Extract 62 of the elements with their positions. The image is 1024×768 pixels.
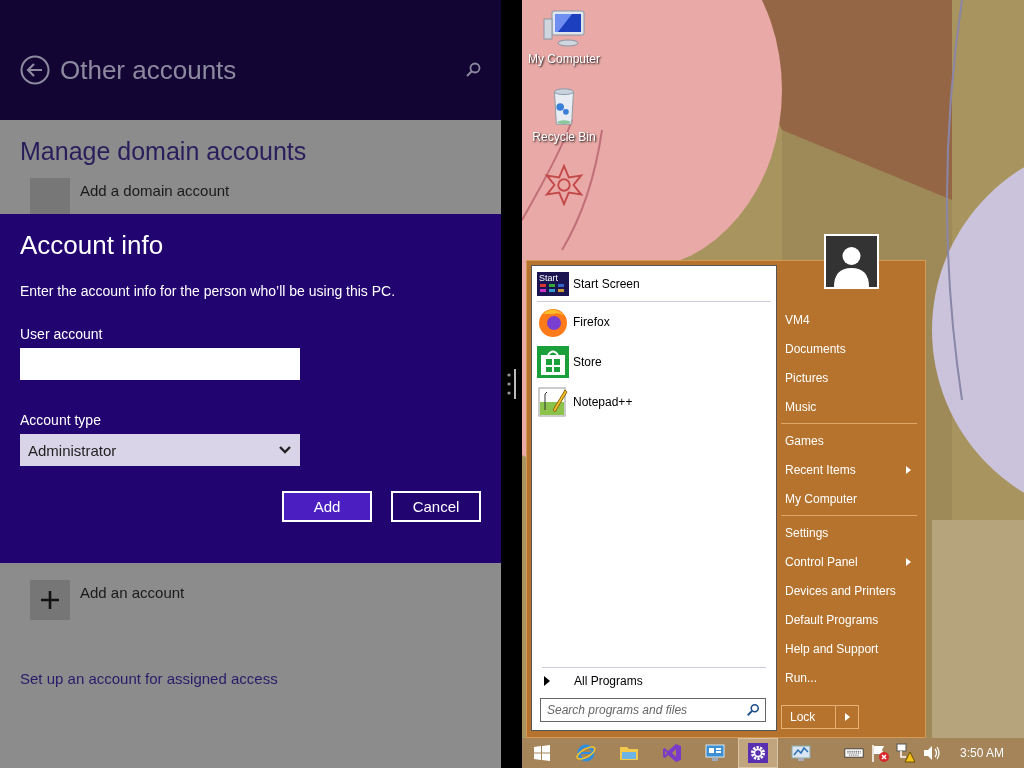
add-button[interactable]: Add	[282, 491, 372, 522]
search-icon[interactable]	[465, 62, 481, 78]
start-menu-place[interactable]: My Computer	[781, 484, 917, 513]
firefox-icon	[537, 306, 569, 338]
section-title: Manage domain accounts	[20, 137, 308, 166]
tiles-icon	[539, 283, 567, 293]
account-type-dropdown[interactable]: Administrator	[20, 434, 300, 466]
program-item[interactable]: Firefox	[532, 302, 776, 342]
start-menu-place[interactable]: Help and Support	[781, 634, 917, 663]
start-menu-place[interactable]: Documents	[781, 334, 917, 363]
start-menu-place[interactable]: Games	[781, 426, 917, 455]
start-menu-place[interactable]: Pictures	[781, 363, 917, 392]
store-icon	[537, 346, 569, 378]
search-icon[interactable]	[746, 703, 760, 717]
star-icon	[542, 164, 586, 206]
ie-icon	[576, 743, 596, 763]
start-menu-place[interactable]: Devices and Printers	[781, 576, 917, 605]
field-label: User account	[20, 326, 104, 342]
page-title: Other accounts	[60, 54, 238, 86]
chevron-down-icon	[278, 445, 292, 455]
add-icon[interactable]	[30, 580, 70, 620]
back-icon[interactable]	[20, 55, 50, 85]
dialog-title: Account info	[20, 230, 165, 261]
add-domain-account-label[interactable]: Add a domain account	[80, 182, 230, 199]
visual-studio-icon	[662, 743, 682, 763]
taskbar-app-button[interactable]	[738, 738, 778, 768]
notepad-icon	[537, 386, 569, 418]
desktop-icon-label[interactable]: Recycle Bin	[532, 130, 596, 144]
submenu-arrow-icon	[906, 465, 911, 474]
arrow-icon	[844, 713, 850, 721]
computer-icon	[542, 8, 586, 50]
start-menu-place[interactable]: Settings	[781, 518, 917, 547]
start-menu-place[interactable]: Control Panel	[781, 547, 917, 576]
start-menu-place[interactable]: Default Programs	[781, 605, 917, 634]
network-warning-icon	[896, 743, 916, 763]
tile-label: Start	[539, 273, 559, 283]
assigned-access-link[interactable]: Set up an account for assigned access	[20, 670, 481, 687]
expand-arrow-icon	[544, 676, 550, 686]
start-menu-place[interactable]: Music	[781, 392, 917, 421]
submenu-arrow-icon	[906, 557, 911, 566]
clock: 3:50 AM	[960, 746, 1005, 760]
windows-logo-icon	[534, 745, 550, 761]
dialog-description: Enter the account info for the person who’ll be using this PC.	[20, 283, 397, 299]
field-label: Account type	[20, 412, 102, 428]
performance-monitor-icon	[791, 743, 811, 763]
cancel-button[interactable]: Cancel	[391, 491, 481, 522]
settings-icon	[748, 743, 768, 763]
program-item[interactable]: Notepad++	[532, 382, 776, 422]
user-account-field[interactable]	[20, 348, 300, 380]
search-field[interactable]: Search programs and files	[540, 698, 766, 722]
add-account-label[interactable]: Add an account	[80, 584, 185, 601]
desktop-icon-label[interactable]: My Computer	[528, 52, 600, 66]
start-menu-place[interactable]: VM4	[781, 305, 917, 334]
splitter-handle[interactable]	[505, 369, 518, 399]
all-programs-item[interactable]: All Programs	[542, 667, 766, 694]
flag-error-icon	[870, 743, 890, 763]
start-menu-place[interactable]: Run...	[781, 663, 917, 692]
remote-desktop-icon	[705, 743, 725, 763]
start-menu-place[interactable]: Recent Items	[781, 455, 917, 484]
program-item[interactable]: Store	[532, 342, 776, 382]
program-item[interactable]: Start Start Screen	[537, 266, 771, 302]
user-avatar-icon[interactable]	[824, 234, 879, 289]
